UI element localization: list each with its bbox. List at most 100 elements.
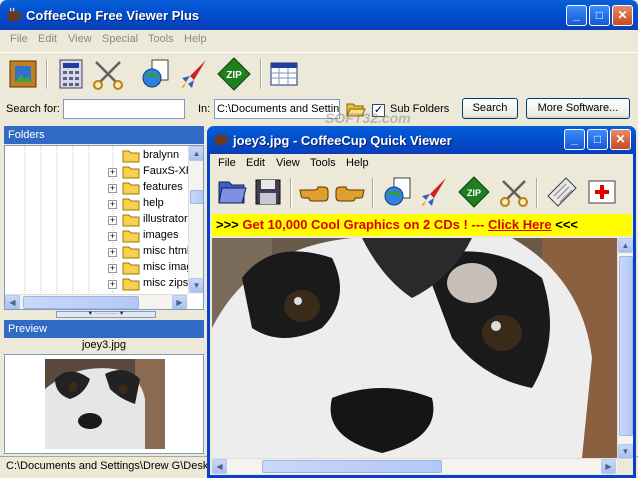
scroll-right-icon[interactable]: ▶: [601, 459, 616, 474]
scroll-thumb[interactable]: [262, 460, 442, 473]
svg-text:ZIP: ZIP: [467, 188, 481, 198]
scroll-up-icon[interactable]: ▲: [189, 146, 203, 161]
expand-icon[interactable]: +: [108, 232, 117, 241]
scroll-thumb[interactable]: [23, 296, 139, 309]
coffeecup-app-icon: [8, 7, 22, 21]
hand-right-icon[interactable]: [334, 176, 366, 208]
menu-view[interactable]: View: [68, 33, 92, 45]
first-aid-icon[interactable]: [586, 176, 618, 208]
qv-menu-edit[interactable]: Edit: [246, 157, 265, 169]
scroll-left-icon[interactable]: ◀: [212, 459, 227, 474]
banner-offer: Get 10,000 Cool Graphics on 2 CDs !: [242, 217, 468, 232]
qv-menu-view[interactable]: View: [276, 157, 300, 169]
search-button[interactable]: Search: [462, 98, 518, 119]
folder-label: images: [143, 229, 179, 241]
folder-open-icon[interactable]: [216, 176, 248, 208]
folders-horizontal-scrollbar[interactable]: ◀ ▶: [5, 294, 188, 309]
minimize-button[interactable]: _: [566, 5, 587, 26]
folder-label: FauxS-XP: [143, 165, 194, 177]
scroll-left-icon[interactable]: ◀: [5, 295, 20, 309]
menu-special[interactable]: Special: [102, 33, 138, 45]
folder-item[interactable]: + misc zips: [5, 276, 195, 292]
calculator-icon[interactable]: [52, 56, 88, 92]
qv-toolbar: ZIP: [210, 174, 633, 212]
watermark: SOFT32.com: [325, 110, 411, 126]
expand-icon[interactable]: +: [108, 264, 117, 273]
spreadsheet-icon[interactable]: [266, 56, 302, 92]
qv-close-button[interactable]: ✕: [610, 129, 631, 150]
scissors-icon[interactable]: [90, 56, 126, 92]
scissors-icon[interactable]: [498, 176, 530, 208]
expand-icon[interactable]: +: [108, 216, 117, 225]
folder-label: misc imag: [143, 261, 193, 273]
zip-icon[interactable]: ZIP: [216, 56, 252, 92]
menu-tools[interactable]: Tools: [148, 33, 174, 45]
menu-file[interactable]: File: [10, 33, 28, 45]
search-label: Search for:: [6, 103, 60, 115]
more-software-button[interactable]: More Software...: [526, 98, 630, 119]
qv-minimize-button[interactable]: _: [564, 129, 585, 150]
folder-item[interactable]: + misc html: [5, 244, 195, 260]
preview-header: Preview: [4, 320, 204, 338]
scroll-down-icon[interactable]: ▼: [189, 278, 203, 293]
expand-icon[interactable]: +: [108, 168, 117, 177]
folder-icon: [122, 214, 140, 227]
qv-horizontal-scrollbar[interactable]: ◀ ▶: [212, 458, 617, 474]
scroll-right-icon[interactable]: ▶: [172, 295, 187, 309]
globe-upload-icon[interactable]: [382, 176, 414, 208]
quick-viewer-window: joey3.jpg - CoffeeCup Quick Viewer _ □ ✕…: [207, 126, 636, 478]
folder-icon: [122, 198, 140, 211]
folders-header: Folders: [4, 126, 204, 144]
toolbar-separator: [260, 59, 262, 89]
rocket-icon[interactable]: [418, 176, 450, 208]
folder-item[interactable]: + illustrator: [5, 212, 195, 228]
quick-viewer-title-bar: joey3.jpg - CoffeeCup Quick Viewer _ □ ✕: [207, 126, 636, 154]
main-title-bar: CoffeeCup Free Viewer Plus _ □ ✕: [0, 0, 638, 30]
qv-menu-help[interactable]: Help: [346, 157, 369, 169]
menu-help[interactable]: Help: [184, 33, 207, 45]
folders-vertical-scrollbar[interactable]: ▲ ▼: [188, 146, 203, 294]
folder-label: misc zips: [143, 277, 189, 289]
folder-item[interactable]: + images: [5, 228, 195, 244]
keyboard-icon[interactable]: [546, 176, 578, 208]
maximize-button[interactable]: □: [589, 5, 610, 26]
scroll-thumb[interactable]: [190, 190, 203, 204]
expand-icon[interactable]: +: [108, 200, 117, 209]
preview-filename: joey3.jpg: [81, 339, 127, 351]
search-row: Search for: In: C:\Documents and Setting…: [0, 96, 638, 124]
zip-icon[interactable]: ZIP: [458, 176, 490, 208]
scroll-up-icon[interactable]: ▲: [618, 238, 633, 253]
scroll-down-icon[interactable]: ▼: [618, 444, 633, 459]
panel-splitter[interactable]: ▼ ··········· ▼: [56, 311, 156, 318]
preview-thumbnail-image: [45, 359, 165, 449]
folder-label: help: [143, 197, 164, 209]
picture-frame-icon[interactable]: [6, 56, 42, 92]
folder-icon: [122, 166, 140, 179]
globe-upload-icon[interactable]: [138, 56, 174, 92]
search-input[interactable]: [63, 99, 185, 119]
qv-maximize-button[interactable]: □: [587, 129, 608, 150]
qv-vertical-scrollbar[interactable]: ▲ ▼: [617, 238, 633, 460]
folder-item[interactable]: + features: [5, 180, 195, 196]
folder-item[interactable]: + help: [5, 196, 195, 212]
folder-item[interactable]: + FauxS-XP: [5, 164, 195, 180]
folder-item[interactable]: + misc imag: [5, 260, 195, 276]
expand-icon[interactable]: +: [108, 280, 117, 289]
click-here-link[interactable]: Click Here: [488, 217, 552, 232]
expand-icon[interactable]: +: [108, 184, 117, 193]
hand-left-icon[interactable]: [298, 176, 330, 208]
banner-prefix: >>>: [216, 217, 243, 232]
search-path-input[interactable]: C:\Documents and Setting: [214, 99, 340, 119]
qv-menu-tools[interactable]: Tools: [310, 157, 336, 169]
expand-icon[interactable]: +: [108, 248, 117, 257]
menu-edit[interactable]: Edit: [38, 33, 57, 45]
main-toolbar: ZIP: [0, 52, 638, 94]
scroll-thumb[interactable]: [619, 256, 633, 436]
rocket-icon[interactable]: [176, 56, 212, 92]
qv-menu-file[interactable]: File: [218, 157, 236, 169]
folder-item[interactable]: bralynn: [5, 148, 195, 164]
close-button[interactable]: ✕: [612, 5, 633, 26]
folder-label: illustrator: [143, 213, 188, 225]
save-disk-icon[interactable]: [252, 176, 284, 208]
folder-icon: [122, 230, 140, 243]
